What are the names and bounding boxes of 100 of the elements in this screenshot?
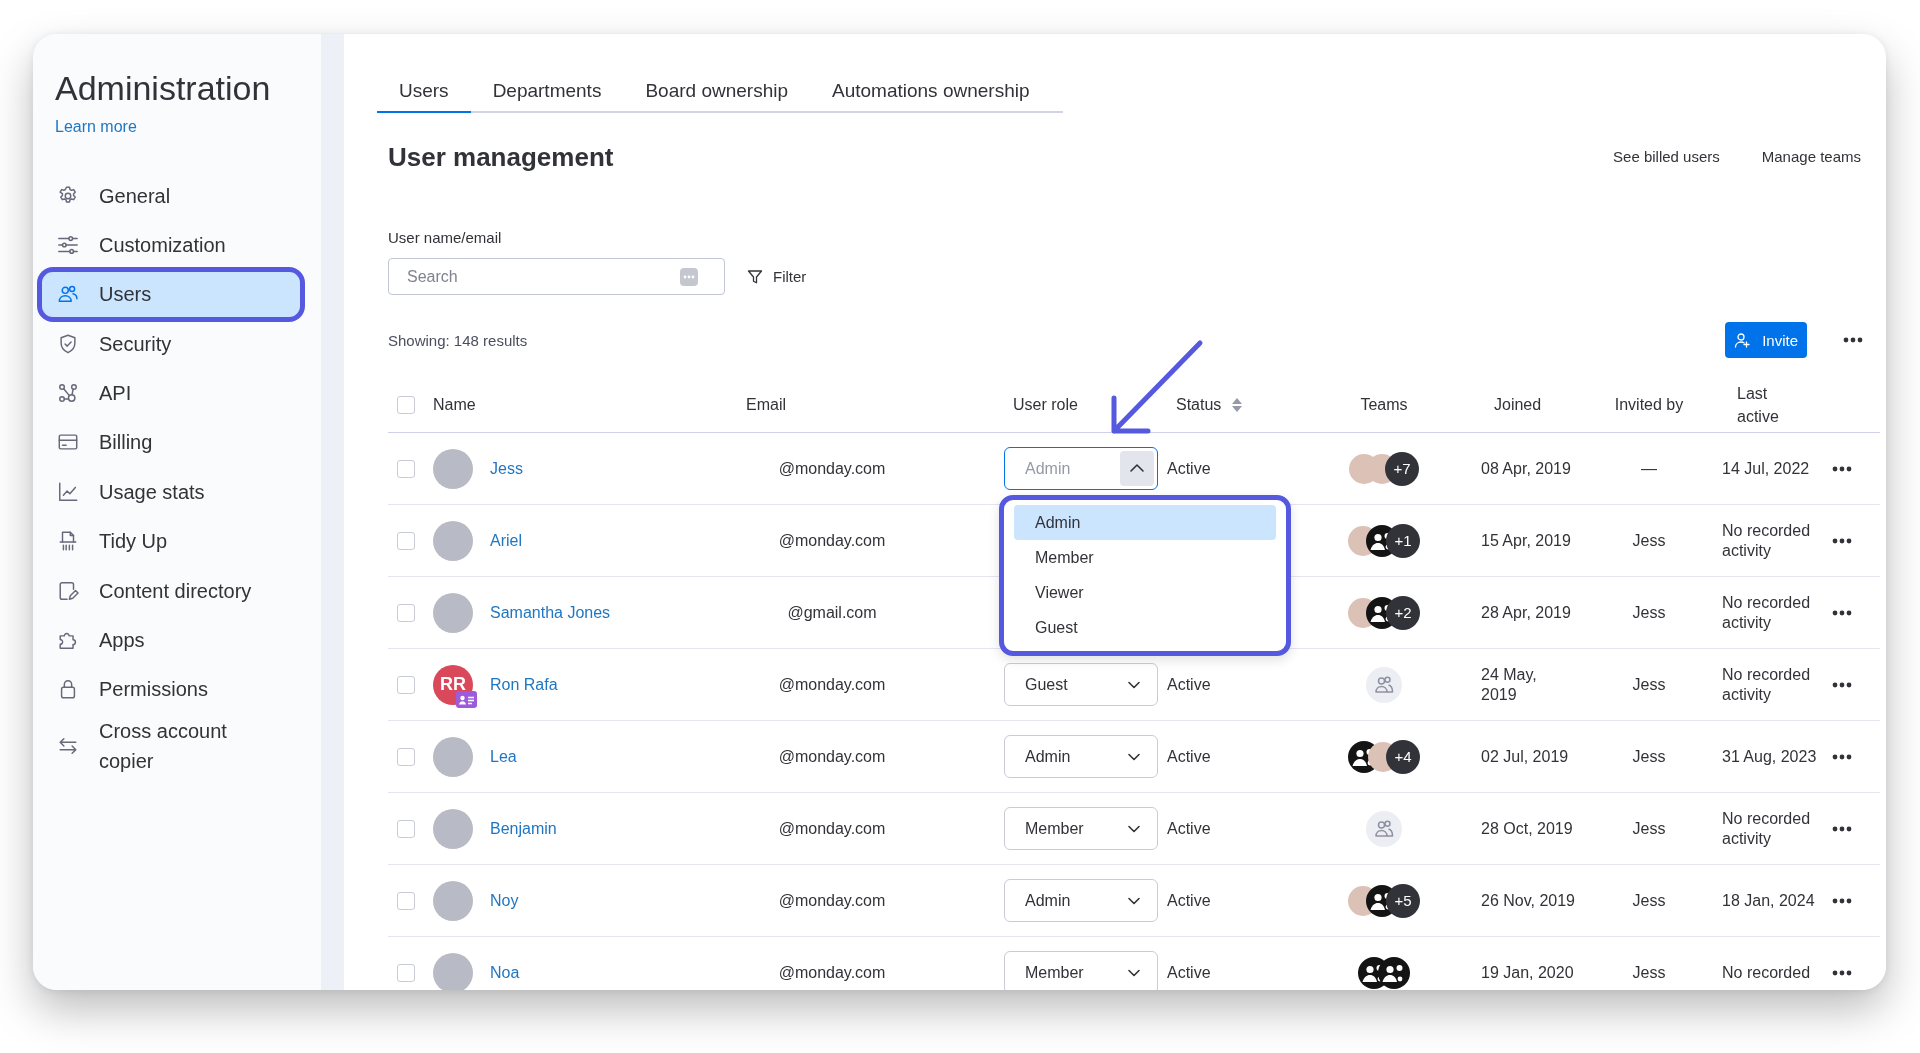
page-title: User management — [388, 141, 614, 173]
nav-item[interactable]: Usage stats — [42, 469, 300, 515]
row-checkbox[interactable] — [397, 603, 415, 622]
column-header: Invited by — [1614, 396, 1684, 414]
tab[interactable]: Board ownership — [623, 70, 810, 113]
learn-more-link[interactable]: Learn more — [55, 117, 137, 137]
nav-item[interactable]: Permissions — [42, 666, 300, 712]
joined-date: 26 Nov, 2019 — [1481, 890, 1575, 911]
user-email: @monday.com — [778, 747, 886, 766]
user-email: @gmail.com — [787, 603, 877, 622]
row-checkbox[interactable] — [397, 675, 415, 694]
invited-by: Jess — [1632, 675, 1666, 694]
more-icon[interactable] — [1832, 537, 1852, 544]
avatar-photo-placeholder — [433, 520, 473, 561]
joined-date: 19 Jan, 2020 — [1481, 962, 1575, 983]
tab[interactable]: Automations ownership — [810, 70, 1052, 113]
menu-option[interactable]: Guest — [1014, 610, 1276, 645]
joined-date: 28 Oct, 2019 — [1481, 818, 1574, 839]
avatar-photo-placeholder — [433, 448, 473, 489]
joined-date: 02 Jul, 2019 — [1481, 746, 1570, 767]
last-active: 31 Aug, 2023 — [1722, 746, 1817, 767]
person-plus-icon — [1734, 332, 1751, 348]
more-icon[interactable] — [1832, 609, 1852, 616]
status-text: Active — [1167, 747, 1211, 766]
header-link[interactable]: Manage teams — [1761, 147, 1861, 167]
nav-item[interactable]: Tidy Up — [42, 518, 300, 564]
nav-item[interactable]: Billing — [42, 419, 300, 465]
row-checkbox[interactable] — [397, 819, 415, 838]
user-name-link[interactable]: Noa — [490, 963, 520, 982]
nav-item[interactable]: API — [42, 370, 300, 416]
user-name-link[interactable]: Ariel — [490, 531, 522, 550]
nav-item[interactable]: Security — [42, 321, 300, 367]
user-email: @monday.com — [778, 819, 886, 838]
user-name-link[interactable]: Samantha Jones — [490, 603, 611, 622]
avatar-photo-placeholder — [433, 952, 473, 990]
more-icon[interactable] — [1832, 897, 1852, 904]
user-name-link[interactable]: Lea — [490, 747, 517, 766]
more-icon[interactable] — [1832, 753, 1852, 760]
team-count[interactable]: +2 — [1386, 595, 1420, 630]
sort-icon[interactable] — [1232, 398, 1243, 412]
last-active: No recorded activity — [1722, 592, 1812, 633]
team-count[interactable]: +4 — [1386, 739, 1420, 774]
role-dropdown[interactable]: Member — [1004, 951, 1158, 990]
role-dropdown[interactable]: Member — [1004, 807, 1158, 850]
nav-item[interactable]: General — [42, 173, 300, 218]
avatar-photo-placeholder — [433, 880, 473, 921]
tab[interactable]: Users — [377, 70, 471, 113]
team-count[interactable]: +1 — [1386, 523, 1420, 558]
column-header: Name — [433, 396, 476, 414]
people-icon — [1366, 666, 1402, 703]
filter-icon — [747, 268, 763, 285]
invited-by: Jess — [1632, 603, 1666, 622]
last-active: No recorded activity — [1722, 520, 1812, 561]
user-email: @monday.com — [778, 531, 886, 550]
user-email: @monday.com — [778, 459, 886, 478]
select-all-checkbox[interactable] — [397, 396, 415, 414]
joined-date: 08 Apr, 2019 — [1481, 458, 1572, 479]
user-email: @monday.com — [778, 675, 886, 694]
more-icon[interactable] — [1832, 825, 1852, 832]
user-name-link[interactable]: Jess — [490, 459, 523, 478]
joined-date: 28 Apr, 2019 — [1481, 602, 1572, 623]
invited-by: Jess — [1632, 963, 1666, 982]
role-dropdown[interactable]: Guest — [1004, 663, 1158, 706]
invite-button[interactable]: Invite — [1725, 322, 1807, 358]
role-dropdown[interactable]: Admin — [1004, 879, 1158, 922]
user-name-link[interactable]: Ron Rafa — [490, 675, 558, 694]
menu-option[interactable]: Viewer — [1014, 575, 1276, 610]
nav-item[interactable]: Content directory — [42, 568, 300, 614]
more-icon[interactable] — [1843, 337, 1863, 343]
invited-by: Jess — [1632, 531, 1666, 550]
sidebar-title: Administration — [55, 68, 271, 108]
menu-option[interactable]: Admin — [1014, 505, 1276, 540]
user-name-link[interactable]: Noy — [490, 891, 519, 910]
invited-by: Jess — [1632, 891, 1666, 910]
status-text: Active — [1167, 963, 1211, 982]
row-checkbox[interactable] — [397, 963, 415, 982]
nav-item[interactable]: Apps — [42, 617, 300, 663]
nav-item[interactable]: Cross account copier — [42, 716, 300, 777]
tab[interactable]: Departments — [470, 70, 624, 113]
invited-by: — — [1641, 459, 1657, 478]
menu-option[interactable]: Member — [1014, 540, 1276, 575]
nav-item[interactable]: Customization — [42, 222, 300, 268]
line-chart-icon — [57, 480, 79, 503]
avatar-photo-placeholder — [433, 736, 473, 777]
shredder-icon — [57, 530, 79, 553]
more-icon[interactable] — [1832, 681, 1852, 688]
row-checkbox[interactable] — [397, 891, 415, 910]
more-icon[interactable] — [1832, 969, 1852, 976]
user-name-link[interactable]: Benjamin — [490, 819, 557, 838]
role-dropdown[interactable]: Admin — [1004, 735, 1158, 778]
more-icon[interactable] — [1832, 465, 1852, 472]
row-checkbox[interactable] — [397, 531, 415, 550]
filter-button[interactable]: Filter — [745, 264, 809, 289]
search-field[interactable]: Search — [388, 258, 725, 295]
row-checkbox[interactable] — [397, 459, 415, 478]
row-checkbox[interactable] — [397, 747, 415, 766]
team-count[interactable]: +7 — [1385, 451, 1419, 486]
team-count[interactable]: +5 — [1386, 883, 1420, 918]
header-link[interactable]: See billed users — [1613, 147, 1720, 167]
last-active: 14 Jul, 2022 — [1722, 458, 1810, 479]
